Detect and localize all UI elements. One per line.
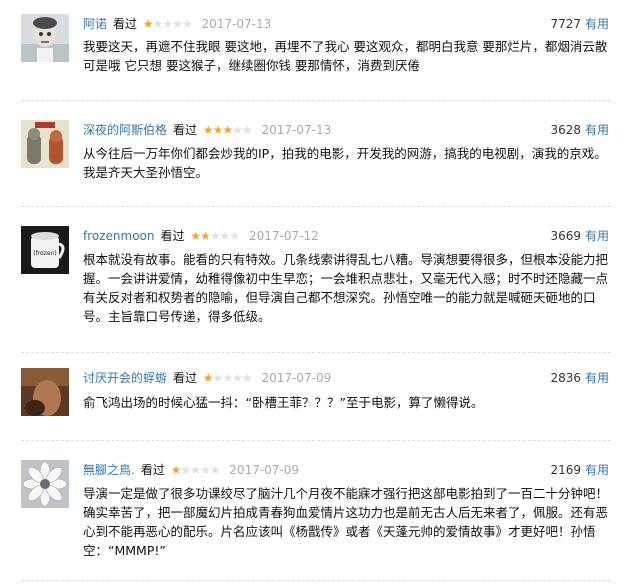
rating-stars: ★★★★★ (170, 463, 221, 477)
divider (21, 100, 611, 101)
useful-button[interactable]: 有用 (585, 229, 609, 243)
avatar[interactable]: (frozen) (21, 226, 69, 274)
review-date: 2017-07-12 (248, 229, 319, 243)
avatar[interactable] (21, 14, 69, 62)
review-date: 2017-07-09 (261, 371, 332, 385)
watched-label: 看过 (173, 123, 198, 137)
useful-button[interactable]: 有用 (585, 463, 609, 477)
review-header: 讨厌开会的蜉蝣 看过 ★★★★★ 2017-07-09 (83, 368, 331, 388)
watched-label: 看过 (160, 229, 185, 243)
review-author[interactable]: frozenmoon (83, 229, 155, 243)
divider (21, 580, 611, 581)
review-author[interactable]: 無腳之鳥. (83, 463, 135, 477)
divider (21, 440, 611, 441)
avatar[interactable] (21, 368, 69, 416)
avatar[interactable] (21, 120, 69, 168)
vote-count: 7727 (550, 17, 581, 31)
review-author[interactable]: 深夜的阿斯伯格 (83, 123, 167, 137)
watched-label: 看过 (113, 17, 138, 31)
vote-area: 7727 有用 (550, 14, 609, 34)
review-content: 我要这天，再遮不住我眼 要这地，再埋不了我心 要这观众，都明白我意 要那烂片，都… (83, 39, 608, 73)
vote-area: 2169 有用 (550, 460, 609, 480)
review-author[interactable]: 讨厌开会的蜉蝣 (83, 371, 167, 385)
review-header: frozenmoon 看过 ★★★★★ 2017-07-12 (83, 226, 319, 246)
watched-label: 看过 (173, 371, 198, 385)
rating-stars: ★★★★★ (202, 371, 253, 385)
review-content: 俞飞鸿出场的时候心猛一抖：“卧槽王菲？？？”至于电影，算了懒得说。 (83, 395, 484, 410)
review-header: 深夜的阿斯伯格 看过 ★★★★★ 2017-07-13 (83, 120, 331, 140)
vote-area: 3669 有用 (550, 226, 609, 246)
useful-button[interactable]: 有用 (585, 371, 609, 385)
vote-count: 3669 (550, 229, 581, 243)
vote-count: 2169 (550, 463, 581, 477)
watched-label: 看过 (140, 463, 165, 477)
vote-area: 2836 有用 (550, 368, 609, 388)
review-content: 根本就没有故事。能看的只有特效。几条线索讲得乱七八糟。导演想要得很多，但根本没能… (83, 252, 609, 324)
review-date: 2017-07-13 (201, 17, 272, 31)
rating-stars: ★★★★★ (142, 17, 193, 31)
rating-stars: ★★★★★ (190, 229, 240, 243)
divider (21, 206, 611, 207)
review-author[interactable]: 阿诺 (83, 17, 107, 31)
review-header: 阿诺 看过 ★★★★★ 2017-07-13 (83, 14, 271, 34)
divider (21, 352, 611, 353)
avatar-mug-text: (frozen) (33, 250, 56, 257)
avatar[interactable] (21, 460, 69, 508)
review-date: 2017-07-09 (229, 463, 300, 477)
review-date: 2017-07-13 (261, 123, 332, 137)
review-content: 从今往后一万年你们都会炒我的IP，拍我的电影，开发我的网游，搞我的电视剧，演我的… (83, 146, 607, 180)
review-header: 無腳之鳥. 看过 ★★★★★ 2017-07-09 (83, 460, 299, 480)
vote-count: 2836 (550, 371, 581, 385)
rating-stars: ★★★★★ (202, 123, 253, 137)
vote-area: 3628 有用 (550, 120, 609, 140)
useful-button[interactable]: 有用 (585, 123, 609, 137)
vote-count: 3628 (550, 123, 581, 137)
useful-button[interactable]: 有用 (585, 17, 609, 31)
review-content: 导演一定是做了很多功课绞尽了脑汁几个月夜不能寐才强行把这部电影拍到了一百二十分钟… (83, 486, 609, 558)
